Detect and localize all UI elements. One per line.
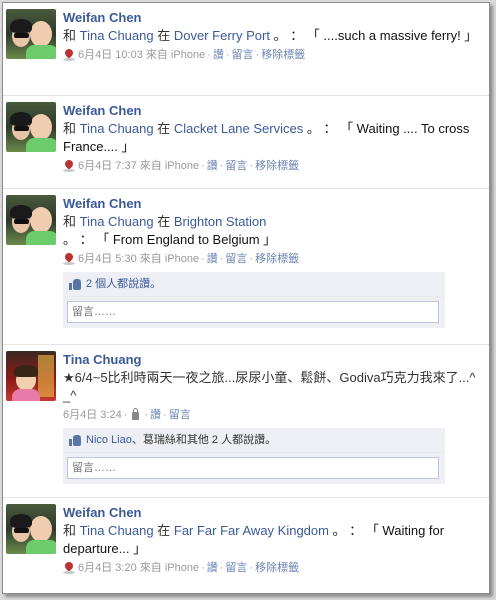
privacy-lock-icon[interactable] <box>132 408 140 420</box>
story-meta: 6月4日 10:03 來自 iPhone · 讚 · 留言 · 移除標籤 <box>63 48 481 62</box>
with-word: 和 <box>63 28 77 43</box>
likes-count-link[interactable]: 2 個人都說讚。 <box>86 277 161 291</box>
feed-story: Weifan Chen 和 Tina Chuang 在 Far Far Far … <box>3 498 489 593</box>
feed-story: Tina Chuang ★6/4~5比利時兩天一夜之旅...尿尿小童、鬆餅、Go… <box>3 345 489 498</box>
place-link[interactable]: Brighton Station <box>174 214 267 229</box>
comment-link[interactable]: 留言 <box>225 252 247 266</box>
avatar[interactable] <box>6 504 56 554</box>
at-word: 在 <box>157 214 171 229</box>
location-pin-icon <box>63 562 75 575</box>
avatar[interactable] <box>6 9 56 59</box>
story-meta: 6月4日 3:24 · · 讚 · 留言 <box>63 408 191 422</box>
like-link[interactable]: 讚 <box>213 48 224 62</box>
location-pin-icon <box>63 253 75 266</box>
location-pin-icon <box>63 160 75 173</box>
location-pin-icon <box>63 49 75 62</box>
avatar[interactable] <box>6 102 56 152</box>
story-meta: 6月4日 3:20 來自 iPhone · 讚 · 留言 · 移除標籤 <box>63 561 481 575</box>
remove-tag-link[interactable]: 移除標籤 <box>255 561 299 575</box>
at-word: 在 <box>157 121 171 136</box>
place-link[interactable]: Clacket Lane Services <box>174 121 303 136</box>
tagged-friend-link[interactable]: Tina Chuang <box>80 121 154 136</box>
feed-story: Weifan Chen 和 Tina Chuang 在 Clacket Lane… <box>3 96 489 189</box>
thumbs-up-icon <box>69 278 81 290</box>
liker-name-link[interactable]: Nico Liao <box>86 433 132 447</box>
timestamp[interactable]: 6月4日 3:20 來自 iPhone <box>78 561 199 575</box>
avatar[interactable] <box>6 351 56 401</box>
remove-tag-link[interactable]: 移除標籤 <box>255 252 299 266</box>
story-message: 和 Tina Chuang 在 Brighton Station 。 ： 「 F… <box>63 213 481 249</box>
actor-name[interactable]: Weifan Chen <box>63 504 481 522</box>
story-meta: 6月4日 5:30 來自 iPhone · 讚 · 留言 · 移除標籤 <box>63 252 481 266</box>
feed-story: Weifan Chen 和 Tina Chuang 在 Brighton Sta… <box>3 189 489 345</box>
comment-link[interactable]: 留言 <box>225 561 247 575</box>
comment-input[interactable] <box>67 301 439 323</box>
like-link[interactable]: 讚 <box>150 408 161 422</box>
with-word: 和 <box>63 121 77 136</box>
comment-link[interactable]: 留言 <box>169 408 191 422</box>
like-link[interactable]: 讚 <box>207 159 218 173</box>
actor-name[interactable]: Weifan Chen <box>63 195 481 213</box>
at-word: 在 <box>157 523 171 538</box>
actor-name[interactable]: Tina Chuang <box>63 351 481 369</box>
like-link[interactable]: 讚 <box>207 252 218 266</box>
feedback-box: 2 個人都說讚。 <box>63 272 445 328</box>
story-meta: 6月4日 7:37 來自 iPhone · 讚 · 留言 · 移除標籤 <box>63 159 481 173</box>
thumbs-up-icon <box>69 434 81 446</box>
likes-summary: Nico Liao 、葛瑞絲和其他 2 人都說讚。 <box>63 428 445 453</box>
feed-story: Weifan Chen 和 Tina Chuang 在 Dover Ferry … <box>3 3 489 96</box>
likes-summary: 2 個人都說讚。 <box>63 272 445 297</box>
comment-link[interactable]: 留言 <box>232 48 254 62</box>
post-text: 。 ： 「 ....such a massive ferry! 」 <box>273 28 478 43</box>
tagged-friend-link[interactable]: Tina Chuang <box>80 214 154 229</box>
news-feed: Weifan Chen 和 Tina Chuang 在 Dover Ferry … <box>2 2 490 594</box>
timestamp[interactable]: 6月4日 7:37 來自 iPhone <box>78 159 199 173</box>
like-link[interactable]: 讚 <box>207 561 218 575</box>
status-text: ★6/4~5比利時兩天一夜之旅...尿尿小童、鬆餅、Godiva巧克力我來了..… <box>63 370 476 403</box>
story-message: 和 Tina Chuang 在 Far Far Far Away Kingdom… <box>63 522 481 558</box>
with-word: 和 <box>63 214 77 229</box>
story-message: 和 Tina Chuang 在 Dover Ferry Port 。 ： 「 .… <box>63 27 481 45</box>
comment-input[interactable] <box>67 457 439 479</box>
post-text: 。 ： 「 From England to Belgium 」 <box>63 232 277 247</box>
place-link[interactable]: Far Far Far Away Kingdom <box>174 523 329 538</box>
comment-link[interactable]: 留言 <box>225 159 247 173</box>
with-word: 和 <box>63 523 77 538</box>
at-word: 在 <box>157 28 171 43</box>
remove-tag-link[interactable]: 移除標籤 <box>255 159 299 173</box>
timestamp[interactable]: 6月4日 5:30 來自 iPhone <box>78 252 199 266</box>
actor-name[interactable]: Weifan Chen <box>63 9 481 27</box>
feedback-box: Nico Liao 、葛瑞絲和其他 2 人都說讚。 <box>63 428 445 484</box>
tagged-friend-link[interactable]: Tina Chuang <box>80 28 154 43</box>
story-message: 和 Tina Chuang 在 Clacket Lane Services 。 … <box>63 120 481 156</box>
tagged-friend-link[interactable]: Tina Chuang <box>80 523 154 538</box>
actor-name[interactable]: Weifan Chen <box>63 102 481 120</box>
place-link[interactable]: Dover Ferry Port <box>174 28 270 43</box>
avatar[interactable] <box>6 195 56 245</box>
remove-tag-link[interactable]: 移除標籤 <box>261 48 305 62</box>
likes-rest-text: 、葛瑞絲和其他 2 人都說讚。 <box>131 434 277 446</box>
timestamp[interactable]: 6月4日 3:24 <box>63 408 122 422</box>
timestamp[interactable]: 6月4日 10:03 來自 iPhone <box>78 48 205 62</box>
